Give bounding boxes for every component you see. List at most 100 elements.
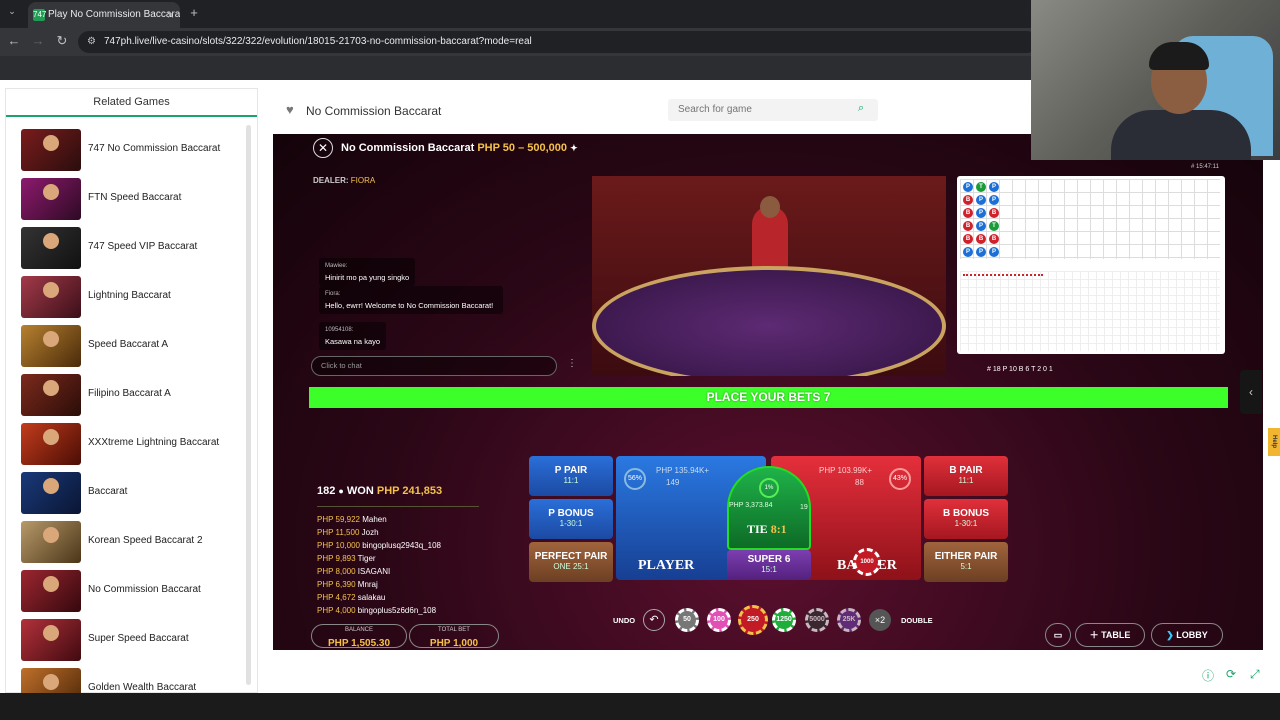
table-button[interactable]: ＋ TABLE: [1075, 623, 1145, 647]
close-icon[interactable]: ✕: [313, 138, 333, 158]
chat-author: Mawiee:: [325, 263, 348, 269]
game-item[interactable]: Baccarat: [21, 471, 241, 515]
back-icon[interactable]: ←: [6, 33, 22, 48]
bead-player: P: [963, 247, 973, 257]
bet-name: B BONUS: [942, 508, 990, 519]
bet-tie[interactable]: 1% PHP 3,373.84 TIE 8:1: [727, 466, 811, 550]
refresh-icon[interactable]: ⟳: [1226, 667, 1236, 681]
baccarat-table: [592, 266, 946, 376]
game-label: XXXtreme Lightning Baccarat: [88, 437, 220, 448]
place-your-bets-banner: PLACE YOUR BETS 7: [309, 387, 1228, 408]
info-icon[interactable]: ⓘ: [1202, 667, 1214, 684]
won-amount: PHP 241,853: [376, 485, 443, 497]
banker-count: 88: [855, 478, 864, 487]
close-tab-icon[interactable]: ×: [167, 2, 174, 28]
chip-1250[interactable]: 1250: [772, 608, 796, 632]
live-game-frame[interactable]: ✕ No Commission Baccarat PHP 50 – 500,00…: [273, 134, 1263, 650]
game-item[interactable]: Super Speed Baccarat: [21, 618, 241, 662]
game-item[interactable]: 747 Speed VIP Baccarat: [21, 226, 241, 270]
undo-icon[interactable]: ↶: [643, 609, 665, 631]
tie-percent: 1%: [759, 478, 779, 498]
bead-player: P: [976, 221, 986, 231]
game-item[interactable]: 747 No Commission Baccarat: [21, 128, 241, 172]
search-icon[interactable]: ⌕: [858, 102, 864, 115]
favorite-heart-icon[interactable]: ♥: [286, 102, 294, 117]
forward-icon[interactable]: →: [30, 33, 46, 48]
winner-amount: PHP 8,000: [317, 567, 356, 576]
game-item[interactable]: No Commission Baccarat: [21, 569, 241, 613]
bet-p-pair[interactable]: P PAIR 11:1: [529, 456, 613, 496]
game-label: Filipino Baccarat A: [88, 388, 171, 399]
bet-super-6[interactable]: SUPER 6 15:1: [727, 550, 811, 580]
chat-menu-icon[interactable]: ⋮: [567, 358, 577, 369]
won-label: WON: [346, 485, 374, 497]
lobby-label: LOBBY: [1176, 630, 1208, 640]
bead-tie: T: [976, 182, 986, 192]
game-thumbnail: [21, 423, 81, 465]
tab-menu-icon[interactable]: ⌄: [4, 6, 20, 17]
bet-odds: ONE 25:1: [553, 562, 589, 571]
bead-banker: B: [963, 221, 973, 231]
chip-1000-icon: 1000: [853, 548, 881, 576]
help-tab[interactable]: Help: [1268, 428, 1280, 456]
roadmap-scoreboard[interactable]: P T P B P P B P B B P T B B B P P P: [957, 176, 1225, 354]
chip-5000[interactable]: 5000: [805, 608, 829, 632]
game-item[interactable]: Korean Speed Baccarat 2: [21, 520, 241, 564]
lobby-button[interactable]: ❯ LOBBY: [1151, 623, 1223, 647]
bet-b-bonus[interactable]: B BONUS 1-30:1: [924, 499, 1008, 539]
double-icon[interactable]: ×2: [869, 609, 891, 631]
new-tab-icon[interactable]: +: [186, 5, 202, 20]
game-label: Super Speed Baccarat: [88, 633, 189, 644]
fullscreen-icon[interactable]: ⤢: [1250, 667, 1260, 682]
bet-either-pair[interactable]: EITHER PAIR 5:1: [924, 542, 1008, 582]
chat-toggle-button[interactable]: ▭: [1045, 623, 1071, 647]
favorite-star-icon[interactable]: ✦: [570, 143, 578, 153]
game-label: 747 No Commission Baccarat: [88, 143, 221, 154]
game-label: Speed Baccarat A: [88, 339, 169, 350]
player-percent: 56%: [624, 468, 646, 490]
balance-display: BALANCE PHP 1,505.30: [311, 624, 407, 649]
site-info-icon[interactable]: ⚙: [87, 31, 96, 53]
game-item[interactable]: Speed Baccarat A: [21, 324, 241, 368]
banker-total: PHP 103.99K+: [819, 466, 873, 475]
chip-25k[interactable]: 25K: [837, 608, 861, 632]
player-count: 149: [666, 478, 680, 487]
game-label: No Commission Baccarat: [88, 584, 201, 595]
chip-50[interactable]: 50: [675, 608, 699, 632]
winner-amount: PHP 6,390: [317, 580, 356, 589]
winner-amount: PHP 9,893: [317, 554, 356, 563]
bet-odds: 5:1: [960, 562, 972, 571]
collapse-panel-button[interactable]: ‹: [1240, 370, 1262, 414]
bet-p-bonus[interactable]: P BONUS 1-30:1: [529, 499, 613, 539]
browser-tab[interactable]: 747 Play No Commission Baccarat ×: [28, 2, 180, 28]
bead-player: P: [976, 247, 986, 257]
bet-name: PERFECT PAIR: [534, 551, 608, 562]
game-item[interactable]: Filipino Baccarat A: [21, 373, 241, 417]
game-item[interactable]: XXXtreme Lightning Baccarat: [21, 422, 241, 466]
bet-perfect-pair[interactable]: PERFECT PAIR ONE 25:1: [529, 542, 613, 582]
game-item[interactable]: Lightning Baccarat: [21, 275, 241, 319]
winner-name: Tiger: [357, 554, 376, 563]
game-item[interactable]: Golden Wealth Baccarat: [21, 667, 241, 693]
bet-name: EITHER PAIR: [934, 551, 998, 562]
chat-input[interactable]: Click to chat: [311, 356, 557, 376]
game-item[interactable]: FTN Speed Baccarat: [21, 177, 241, 221]
bet-b-pair[interactable]: B PAIR 11:1: [924, 456, 1008, 496]
url-field[interactable]: ⚙ 747ph.live/live-casino/slots/322/322/e…: [78, 31, 1038, 53]
search-input[interactable]: [668, 99, 878, 121]
winner-amount: PHP 59,922: [317, 515, 360, 524]
winner-amount: PHP 11,500: [317, 528, 360, 537]
winner-row: PHP 8,000 ISAGANI: [317, 567, 390, 576]
bet-name: SUPER 6: [747, 554, 791, 565]
chip-250[interactable]: 250: [738, 605, 768, 635]
reload-icon[interactable]: ↻: [54, 33, 70, 49]
bead-player: P: [963, 182, 973, 192]
chat-author: Fiora:: [325, 291, 341, 297]
lobby-icon: ❯: [1166, 630, 1177, 640]
sidebar-scrollbar[interactable]: [246, 125, 251, 685]
bet-odds: 1-30:1: [954, 519, 978, 528]
chip-100[interactable]: 100: [707, 608, 731, 632]
os-taskbar: [0, 693, 1280, 720]
banker-percent: 43%: [889, 468, 911, 490]
bead-player: P: [989, 182, 999, 192]
